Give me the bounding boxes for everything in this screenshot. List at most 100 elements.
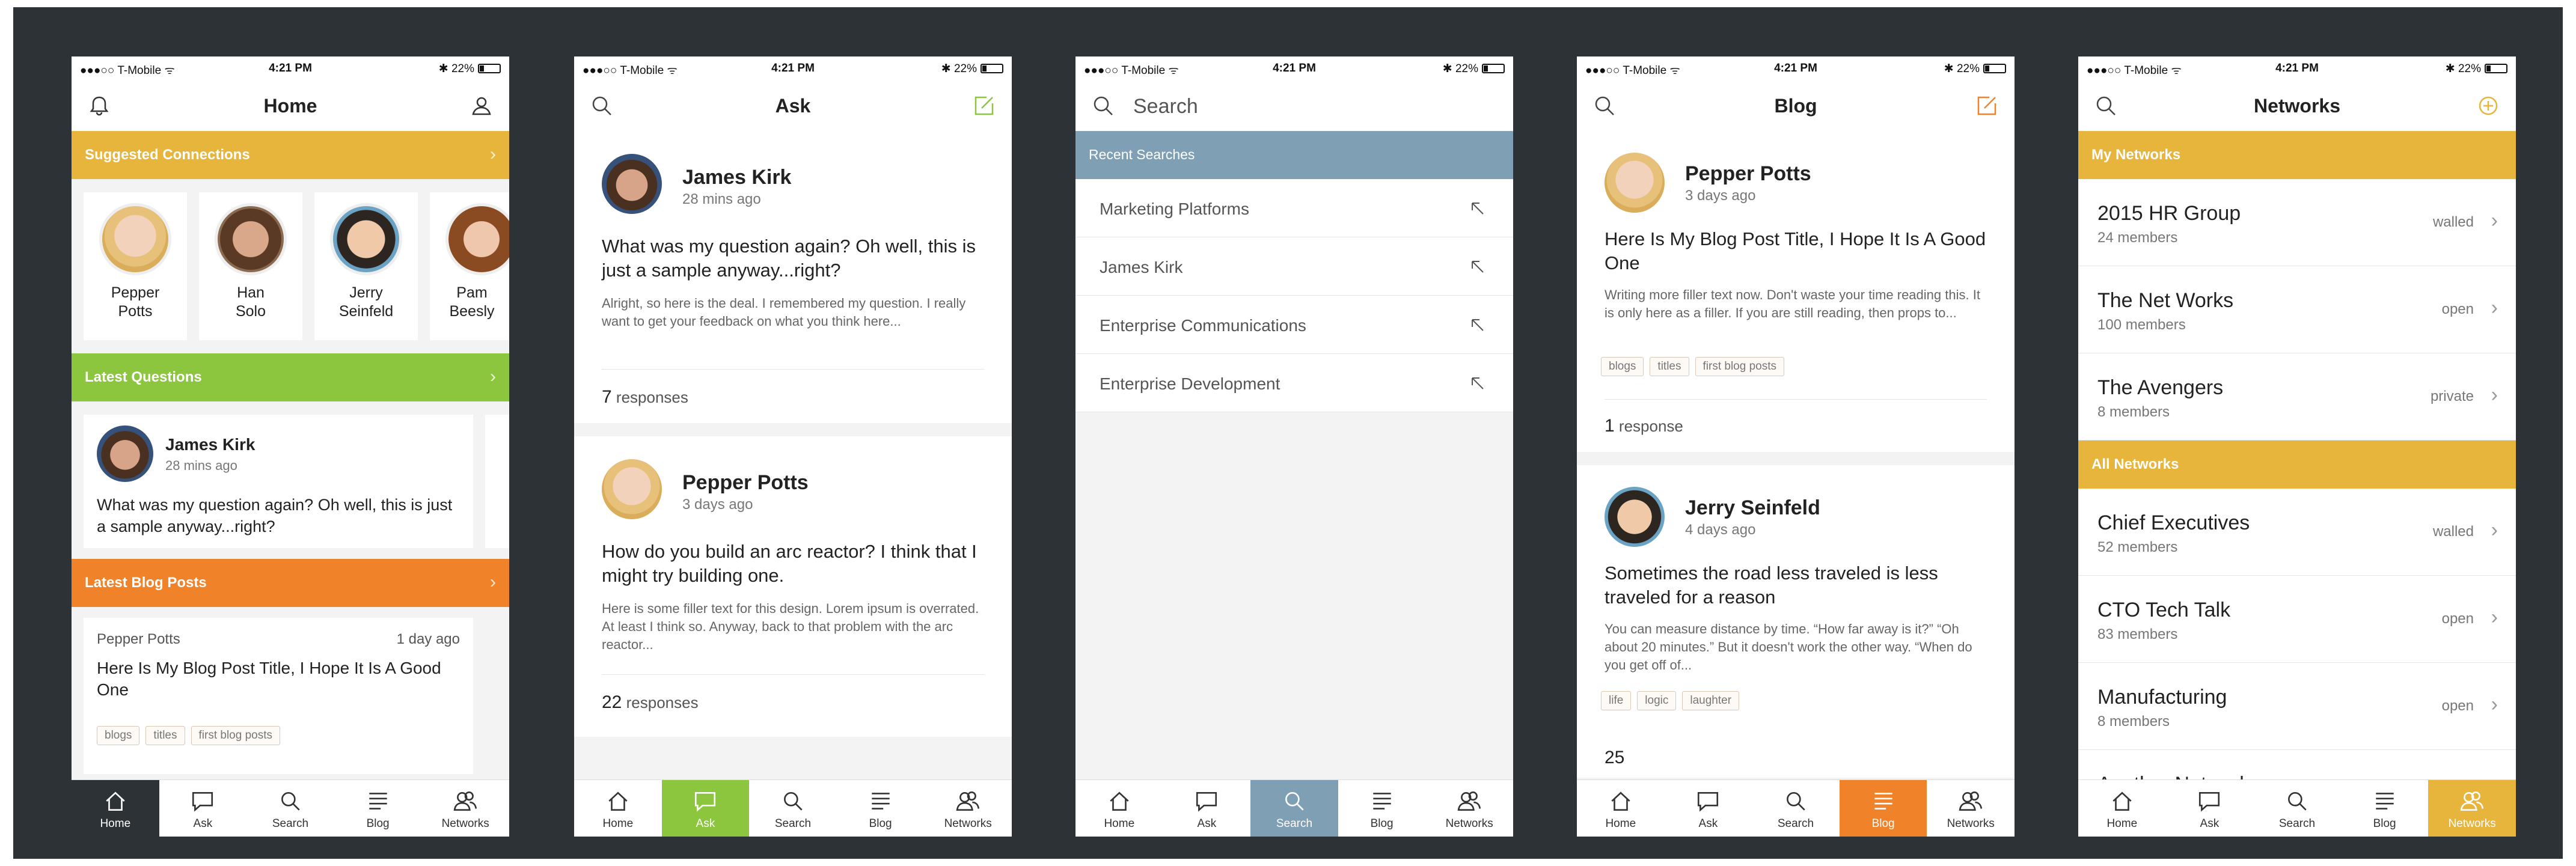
ask-screen: ●●●○○ T-Mobile ᯤ 4:21 PM ✱ 22% Ask James… — [574, 56, 1012, 837]
add-circle-icon[interactable] — [2476, 94, 2500, 118]
tab-ask[interactable]: Ask — [159, 780, 247, 837]
tab-label: Ask — [1698, 817, 1718, 830]
recent-search-item[interactable]: Marketing Platforms — [1075, 179, 1513, 237]
network-row[interactable]: The Net Works 100 members open › — [2078, 266, 2516, 353]
tab-blog[interactable]: Blog — [837, 780, 925, 837]
battery: ✱ 22% — [1443, 62, 1505, 76]
response-count[interactable]: 1 response — [1605, 416, 1683, 436]
tab-blog[interactable]: Blog — [2341, 780, 2429, 837]
tag[interactable]: first blog posts — [191, 726, 280, 745]
tab-ask[interactable]: Ask — [1163, 780, 1251, 837]
search-bar[interactable]: Search — [1075, 79, 1513, 131]
tab-networks[interactable]: Networks — [2428, 780, 2516, 837]
network-row[interactable]: CTO Tech Talk 83 members open › — [2078, 576, 2516, 663]
tab-home[interactable]: Home — [2078, 780, 2166, 837]
tab-home[interactable]: Home — [574, 780, 662, 837]
page-title: Home — [263, 95, 317, 117]
tab-ask[interactable]: Ask — [1665, 780, 1752, 837]
blog-feed: Pepper Potts 3 days ago Here Is My Blog … — [1577, 131, 2015, 780]
tag[interactable]: blogs — [97, 726, 140, 745]
suggested-connections-header[interactable]: Suggested Connections › — [72, 131, 509, 179]
question-card-peek[interactable] — [485, 415, 509, 548]
tab-label: Home — [1104, 817, 1135, 830]
network-name: The Net Works — [2097, 289, 2234, 312]
tab-search[interactable]: Search — [749, 780, 837, 837]
tab-search[interactable]: Search — [246, 780, 334, 837]
tab-home[interactable]: Home — [1075, 780, 1163, 837]
network-row[interactable]: Manufacturing 8 members open › — [2078, 663, 2516, 750]
mockup-board: ●●●○○ T-Mobile ᯤ 4:21 PM ✱ 22% Home Sugg… — [13, 7, 2563, 859]
tab-search[interactable]: Search — [1250, 780, 1338, 837]
question-post[interactable]: Pepper Potts 3 days ago How do you build… — [574, 436, 1012, 737]
recent-search-item[interactable]: Enterprise Development — [1075, 354, 1513, 412]
tag-list: life logic laughter — [1601, 691, 1745, 710]
tab-networks[interactable]: Networks — [1927, 780, 2015, 837]
count-label: responses — [616, 388, 688, 406]
blog-post[interactable]: Pepper Potts 3 days ago Here Is My Blog … — [1577, 131, 2015, 452]
count: 1 — [1605, 416, 1615, 436]
compose-icon[interactable] — [1975, 94, 1999, 118]
tab-ask[interactable]: Ask — [661, 780, 750, 837]
tab-networks[interactable]: Networks — [924, 780, 1012, 837]
response-count[interactable]: 7 responses — [602, 387, 688, 407]
network-row[interactable]: Chief Executives 52 members walled › — [2078, 489, 2516, 576]
search-input[interactable]: Search — [1133, 95, 1198, 118]
search-icon — [281, 792, 300, 811]
tab-ask[interactable]: Ask — [2166, 780, 2254, 837]
member-count: 100 members — [2097, 317, 2186, 333]
count: 7 — [602, 387, 612, 407]
connection-card[interactable]: Pepper Potts — [84, 192, 187, 340]
recent-search-item[interactable]: Enterprise Communications — [1075, 296, 1513, 354]
lines-icon — [871, 793, 890, 810]
tab-networks[interactable]: Networks — [1425, 780, 1513, 837]
tag[interactable]: logic — [1637, 691, 1677, 710]
search-icon — [1787, 792, 1805, 811]
tag[interactable]: titles — [1650, 357, 1689, 376]
section-label: Latest Blog Posts — [85, 575, 207, 591]
latest-blog-posts-header[interactable]: Latest Blog Posts › — [72, 559, 509, 607]
tab-blog[interactable]: Blog — [1338, 780, 1426, 837]
tab-blog[interactable]: Blog — [1839, 780, 1927, 837]
tag[interactable]: titles — [145, 726, 185, 745]
latest-questions-header[interactable]: Latest Questions › — [72, 353, 509, 401]
blog-title: Here Is My Blog Post Title, I Hope It Is… — [1605, 228, 1986, 273]
section-label: Latest Questions — [85, 369, 202, 385]
connection-card[interactable]: Pam Beesly — [430, 192, 509, 340]
recent-search-item[interactable]: James Kirk — [1075, 237, 1513, 296]
question-card[interactable]: James Kirk 28 mins ago What was my quest… — [84, 415, 473, 548]
question-post[interactable]: James Kirk 28 mins ago What was my quest… — [574, 131, 1012, 423]
connection-first-name: Pepper — [111, 284, 160, 301]
response-count[interactable]: 22 responses — [602, 692, 699, 713]
tab-blog[interactable]: Blog — [334, 780, 422, 837]
blog-post[interactable]: Jerry Seinfeld 4 days ago Sometimes the … — [1577, 465, 2015, 778]
blog-card[interactable]: Pepper Potts 1 day ago Here Is My Blog P… — [84, 618, 473, 774]
arrow-up-left-icon — [1472, 319, 1484, 331]
page-title: Blog — [1774, 95, 1817, 117]
lines-icon — [1372, 793, 1391, 810]
tag[interactable]: blogs — [1601, 357, 1644, 376]
tag[interactable]: life — [1601, 691, 1632, 710]
tab-home[interactable]: Home — [1577, 780, 1665, 837]
tab-search[interactable]: Search — [1752, 780, 1840, 837]
compose-icon[interactable] — [972, 94, 996, 118]
profile-icon[interactable] — [470, 94, 494, 118]
people-icon — [956, 791, 980, 811]
network-row[interactable]: 2015 HR Group 24 members walled › — [2078, 179, 2516, 266]
response-count[interactable]: 25 — [1605, 748, 1624, 768]
section-label: Suggested Connections — [85, 147, 250, 163]
connection-card[interactable]: Jerry Seinfeld — [314, 192, 418, 340]
tag[interactable]: laughter — [1682, 691, 1740, 710]
network-row[interactable]: The Avengers 8 members private › — [2078, 353, 2516, 441]
tab-home[interactable]: Home — [72, 780, 159, 837]
connection-card[interactable]: Han Solo — [199, 192, 302, 340]
home-icon — [1611, 791, 1630, 811]
battery-text: ✱ 22% — [2445, 63, 2481, 75]
post-time: 1 day ago — [396, 631, 460, 647]
battery: ✱ 22% — [2446, 62, 2507, 76]
tab-search[interactable]: Search — [2253, 780, 2341, 837]
section-label: Recent Searches — [1089, 147, 1195, 162]
tab-label: Ask — [696, 817, 715, 830]
connection-last-name: Solo — [235, 303, 266, 320]
tag[interactable]: first blog posts — [1695, 357, 1784, 376]
tab-networks[interactable]: Networks — [421, 780, 509, 837]
